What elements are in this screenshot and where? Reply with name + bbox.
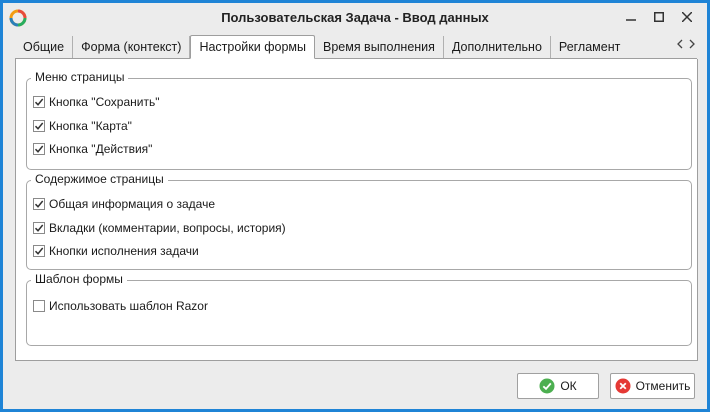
checkbox-label: Вкладки (комментарии, вопросы, история) — [49, 221, 286, 235]
group-title-form-template: Шаблон формы — [31, 272, 127, 286]
group-page-menu: Меню страницы Кнопка "Сохранить" Кнопка … — [26, 70, 692, 170]
checkmark-icon — [34, 145, 44, 153]
checkbox-label: Кнопка "Карта" — [49, 119, 132, 133]
checkbox-row-actions[interactable]: Кнопка "Действия" — [33, 141, 152, 157]
checkbox-row-razor[interactable]: Использовать шаблон Razor — [33, 298, 208, 314]
tab-scroll-right-icon[interactable] — [689, 39, 695, 49]
checkbox-actions-button[interactable] — [33, 143, 45, 155]
checkbox-task-info[interactable] — [33, 198, 45, 210]
tab-additional[interactable]: Дополнительно — [443, 36, 551, 58]
checkbox-label: Кнопка "Сохранить" — [49, 95, 160, 109]
tab-execution-time[interactable]: Время выполнения — [314, 36, 444, 58]
window-title: Пользовательская Задача - Ввод данных — [221, 10, 489, 25]
checkbox-row-task-info[interactable]: Общая информация о задаче — [33, 196, 215, 212]
checkbox-save-button[interactable] — [33, 96, 45, 108]
ok-check-circle-icon — [539, 378, 555, 394]
checkmark-icon — [34, 122, 44, 130]
checkbox-row-map[interactable]: Кнопка "Карта" — [33, 118, 132, 134]
maximize-icon — [654, 12, 664, 22]
tab-scroll-left-icon[interactable] — [677, 39, 683, 49]
group-title-page-content: Содержимое страницы — [31, 172, 168, 186]
checkmark-icon — [34, 247, 44, 255]
tab-general[interactable]: Общие — [15, 36, 74, 58]
ok-button[interactable]: ОК — [517, 373, 599, 399]
dialog-window: Пользовательская Задача - Ввод данных Об… — [0, 0, 710, 412]
checkmark-icon — [34, 98, 44, 106]
group-form-template: Шаблон формы Использовать шаблон Razor — [26, 272, 692, 346]
close-button[interactable] — [673, 6, 701, 28]
checkbox-label: Общая информация о задаче — [49, 197, 215, 211]
tab-bar: Общие Форма (контекст) Настройки формы В… — [15, 35, 697, 59]
tab-form-settings[interactable]: Настройки формы — [190, 35, 315, 59]
group-page-content: Содержимое страницы Общая информация о з… — [26, 172, 692, 270]
cancel-button[interactable]: Отменить — [610, 373, 695, 399]
form-settings-panel: Меню страницы Кнопка "Сохранить" Кнопка … — [15, 59, 698, 361]
ok-button-label: ОК — [560, 379, 577, 393]
checkbox-execution-buttons[interactable] — [33, 245, 45, 257]
checkbox-label: Кнопка "Действия" — [49, 142, 153, 156]
cancel-x-circle-icon — [615, 378, 631, 394]
tab-regulation[interactable]: Регламент — [550, 36, 629, 58]
close-icon — [682, 12, 692, 22]
tab-form-context[interactable]: Форма (контекст) — [73, 36, 191, 58]
checkbox-use-razor-template[interactable] — [33, 300, 45, 312]
group-title-page-menu: Меню страницы — [31, 70, 129, 84]
checkbox-map-button[interactable] — [33, 120, 45, 132]
minimize-button[interactable] — [617, 6, 645, 28]
checkbox-label: Использовать шаблон Razor — [49, 299, 208, 313]
maximize-button[interactable] — [645, 6, 673, 28]
checkbox-row-execution-buttons[interactable]: Кнопки исполнения задачи — [33, 243, 199, 259]
minimize-icon — [626, 19, 636, 21]
title-bar[interactable]: Пользовательская Задача - Ввод данных — [3, 3, 707, 33]
checkbox-row-tabs[interactable]: Вкладки (комментарии, вопросы, история) — [33, 220, 286, 236]
checkmark-icon — [34, 200, 44, 208]
checkbox-tabs[interactable] — [33, 222, 45, 234]
checkbox-row-save[interactable]: Кнопка "Сохранить" — [33, 94, 159, 110]
checkbox-label: Кнопки исполнения задачи — [49, 244, 199, 258]
cancel-button-label: Отменить — [635, 379, 691, 393]
checkmark-icon — [34, 224, 44, 232]
